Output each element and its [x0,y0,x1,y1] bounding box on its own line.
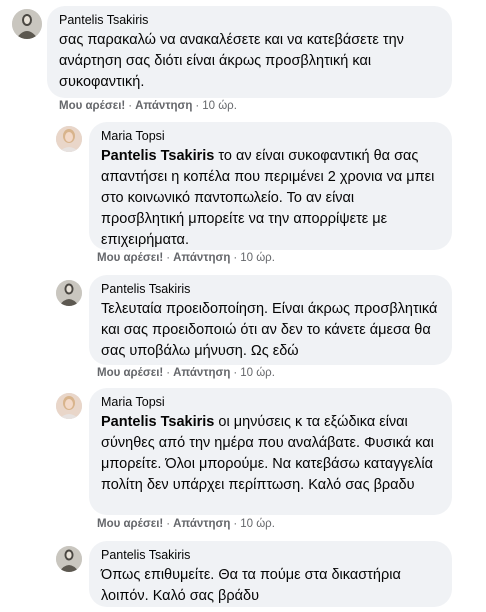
comment-actions: Μου αρέσει! · Απάντηση · 10 ώρ. [97,517,275,531]
avatar[interactable] [56,546,82,572]
reply-button[interactable]: Απάντηση [135,100,192,112]
comment-bubble: Pantelis Tsakiris Όπως επιθυμείτε. Θα τα… [89,541,452,607]
like-button[interactable]: Μου αρέσει! [97,518,163,530]
comment-text: σας παρακαλώ να ανακαλέσετε και να κατεβ… [59,30,440,93]
comment-actions: Μου αρέσει! · Απάντηση · 10 ώρ. [59,99,237,113]
separator: · [166,518,171,530]
like-button[interactable]: Μου αρέσει! [97,252,163,264]
reply-button[interactable]: Απάντηση [173,252,230,264]
avatar[interactable] [56,280,82,306]
comment-text: Τελευταία προειδοποίηση. Είναι άκρως προ… [101,299,440,362]
comment-time[interactable]: 10 ώρ. [240,252,275,264]
separator: · [166,367,171,379]
comment-author[interactable]: Maria Topsi [101,128,440,145]
comment-body: Όπως επιθυμείτε. Θα τα πούμε στα δικαστή… [101,567,401,604]
separator: · [233,518,238,530]
comment-author[interactable]: Pantelis Tsakiris [59,12,440,29]
comment-text: Pantelis Tsakiris οι μηνύσεις κ τα εξώδι… [101,412,440,496]
comment-body: Τελευταία προειδοποίηση. Είναι άκρως προ… [101,301,438,359]
avatar[interactable] [12,9,42,39]
comment-actions: Μου αρέσει! · Απάντηση · 10 ώρ. [97,366,275,380]
comment-body: σας παρακαλώ να ανακαλέσετε και να κατεβ… [59,32,404,90]
comment-time[interactable]: 10 ώρ. [240,518,275,530]
reply-button[interactable]: Απάντηση [173,518,230,530]
comment-bubble: Maria Topsi Pantelis Tsakiris το αν είνα… [89,122,452,250]
avatar[interactable] [56,126,82,152]
mention-link[interactable]: Pantelis Tsakiris [101,414,214,430]
comment-text: Όπως επιθυμείτε. Θα τα πούμε στα δικαστή… [101,565,440,607]
like-button[interactable]: Μου αρέσει! [97,367,163,379]
mention-link[interactable]: Pantelis Tsakiris [101,148,214,164]
comment-text: Pantelis Tsakiris το αν είναι συκοφαντικ… [101,146,440,251]
comment-actions: Μου αρέσει! · Απάντηση · 10 ώρ. [97,251,275,265]
comment-author[interactable]: Pantelis Tsakiris [101,547,440,564]
like-button[interactable]: Μου αρέσει! [59,100,125,112]
reply-button[interactable]: Απάντηση [173,367,230,379]
separator: · [233,252,238,264]
comment-author[interactable]: Pantelis Tsakiris [101,281,440,298]
comment-bubble: Pantelis Tsakiris σας παρακαλώ να ανακαλ… [47,6,452,98]
comment-bubble: Pantelis Tsakiris Τελευταία προειδοποίησ… [89,275,452,365]
avatar[interactable] [56,393,82,419]
separator: · [166,252,171,264]
comment-time[interactable]: 10 ώρ. [240,367,275,379]
comment-author[interactable]: Maria Topsi [101,394,440,411]
separator: · [195,100,200,112]
comment-time[interactable]: 10 ώρ. [202,100,237,112]
separator: · [233,367,238,379]
separator: · [128,100,133,112]
comment-bubble: Maria Topsi Pantelis Tsakiris οι μηνύσει… [89,388,452,515]
